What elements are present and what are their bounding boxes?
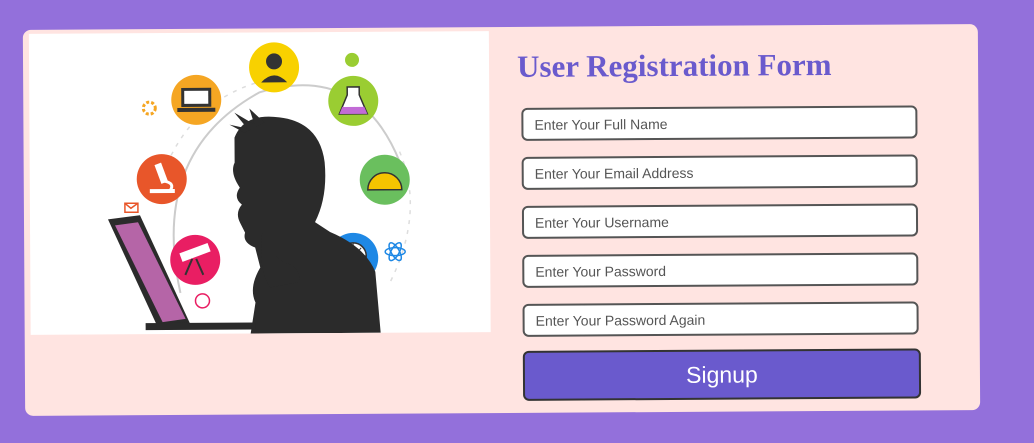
- laptop-icon: [171, 74, 222, 125]
- telescope-icon: [170, 234, 221, 285]
- user-avatar-icon: [249, 42, 300, 93]
- flask-icon: [328, 75, 379, 126]
- signup-button[interactable]: Signup: [522, 348, 922, 401]
- illustration-svg: [107, 42, 412, 334]
- username-input[interactable]: [521, 203, 919, 239]
- email-input[interactable]: [521, 154, 918, 190]
- microscope-icon: [136, 154, 187, 205]
- full-name-input[interactable]: [521, 105, 918, 141]
- registration-card: User Registration Form Signup: [22, 24, 981, 416]
- confirm-password-input[interactable]: [522, 301, 919, 337]
- protractor-icon: [359, 154, 410, 205]
- password-input[interactable]: [522, 252, 919, 288]
- basketball-icon: [194, 293, 211, 309]
- mail-icon: [124, 202, 139, 214]
- form-title: User Registration Form: [516, 46, 832, 84]
- student-silhouette: [229, 108, 381, 334]
- student-illustration: [28, 31, 491, 335]
- chat-icon: [345, 52, 360, 67]
- gear-icon: [141, 100, 157, 116]
